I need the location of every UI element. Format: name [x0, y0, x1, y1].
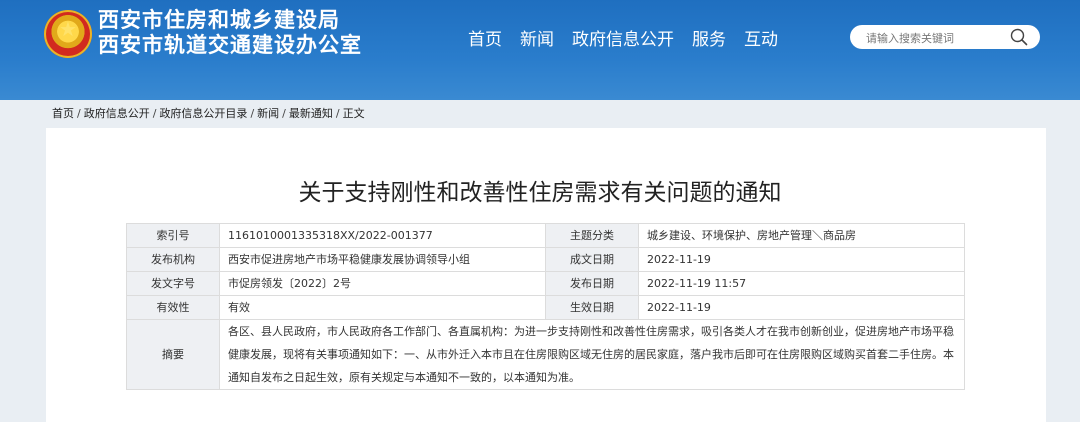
page-title: 关于支持刚性和改善性住房需求有关问题的通知 — [298, 180, 782, 206]
published-date-value: 2022-11-19 11:57 — [638, 271, 965, 296]
main-nav: 首页 新闻 政府信息公开 服务 互动 — [468, 28, 778, 52]
table-row: 有效性 有效 生效日期 2022-11-19 — [126, 295, 965, 320]
document-meta-table: 索引号 1161010001335318XX/2022-001377 主题分类 … — [126, 223, 965, 390]
breadcrumb-gov-info[interactable]: 政府信息公开 — [84, 106, 150, 122]
org-name-line2: 西安市轨道交通建设办公室 — [98, 33, 362, 57]
topic-label: 主题分类 — [545, 223, 639, 248]
index-label: 索引号 — [126, 223, 220, 248]
table-row: 发布机构 西安市促进房地产市场平稳健康发展协调领导小组 成文日期 2022-11… — [126, 247, 965, 272]
breadcrumb-gov-info-catalog[interactable]: 政府信息公开目录 — [159, 106, 247, 122]
org-name[interactable]: 西安市住房和城乡建设局 西安市轨道交通建设办公室 — [98, 8, 362, 58]
breadcrumb-separator: / — [77, 107, 81, 120]
nav-item-services[interactable]: 服务 — [692, 28, 726, 52]
breadcrumb-separator: / — [335, 107, 340, 120]
effective-date-label: 生效日期 — [545, 295, 639, 320]
abstract-value: 各区、县人民政府，市人民政府各工作部门、各直属机构：为进一步支持刚性和改善性住房… — [219, 319, 965, 390]
search-box — [850, 25, 1040, 49]
topic-value: 城乡建设、环境保护、房地产管理＼商品房 — [638, 223, 965, 248]
breadcrumb-separator: / — [282, 107, 286, 120]
breadcrumb-news[interactable]: 新闻 — [257, 106, 279, 122]
created-date-value: 2022-11-19 — [638, 247, 965, 272]
index-value: 1161010001335318XX/2022-001377 — [219, 223, 546, 248]
breadcrumb-home[interactable]: 首页 — [52, 106, 74, 122]
nav-item-home[interactable]: 首页 — [468, 28, 502, 52]
table-row: 摘要 各区、县人民政府，市人民政府各工作部门、各直属机构：为进一步支持刚性和改善… — [126, 319, 965, 390]
validity-value: 有效 — [219, 295, 546, 320]
issuer-value: 西安市促进房地产市场平稳健康发展协调领导小组 — [219, 247, 546, 272]
breadcrumb-separator: / — [152, 107, 157, 120]
site-header: 西安市住房和城乡建设局 西安市轨道交通建设办公室 首页 新闻 政府信息公开 服务… — [0, 0, 1080, 100]
breadcrumb-separator: / — [250, 107, 255, 120]
published-date-label: 发布日期 — [545, 271, 639, 296]
issuer-label: 发布机构 — [126, 247, 220, 272]
search-input[interactable] — [864, 28, 1008, 48]
table-row: 发文字号 市促房领发〔2022〕2号 发布日期 2022-11-19 11:57 — [126, 271, 965, 296]
national-emblem-icon[interactable] — [44, 10, 92, 58]
abstract-label: 摘要 — [126, 319, 220, 390]
nav-item-news[interactable]: 新闻 — [520, 28, 554, 52]
doc-number-value: 市促房领发〔2022〕2号 — [219, 271, 546, 296]
validity-label: 有效性 — [126, 295, 220, 320]
breadcrumb: 首页 / 政府信息公开 / 政府信息公开目录 / 新闻 / 最新通知 / 正文 — [52, 106, 365, 122]
breadcrumb-latest-notice[interactable]: 最新通知 — [289, 106, 333, 122]
effective-date-value: 2022-11-19 — [638, 295, 965, 320]
doc-number-label: 发文字号 — [126, 271, 220, 296]
table-row: 索引号 1161010001335318XX/2022-001377 主题分类 … — [126, 223, 965, 248]
created-date-label: 成文日期 — [545, 247, 639, 272]
nav-item-gov-info[interactable]: 政府信息公开 — [572, 28, 674, 52]
search-icon[interactable] — [1010, 28, 1028, 46]
nav-item-interaction[interactable]: 互动 — [744, 28, 778, 52]
org-name-line1: 西安市住房和城乡建设局 — [98, 8, 340, 32]
breadcrumb-current: 正文 — [342, 107, 365, 120]
